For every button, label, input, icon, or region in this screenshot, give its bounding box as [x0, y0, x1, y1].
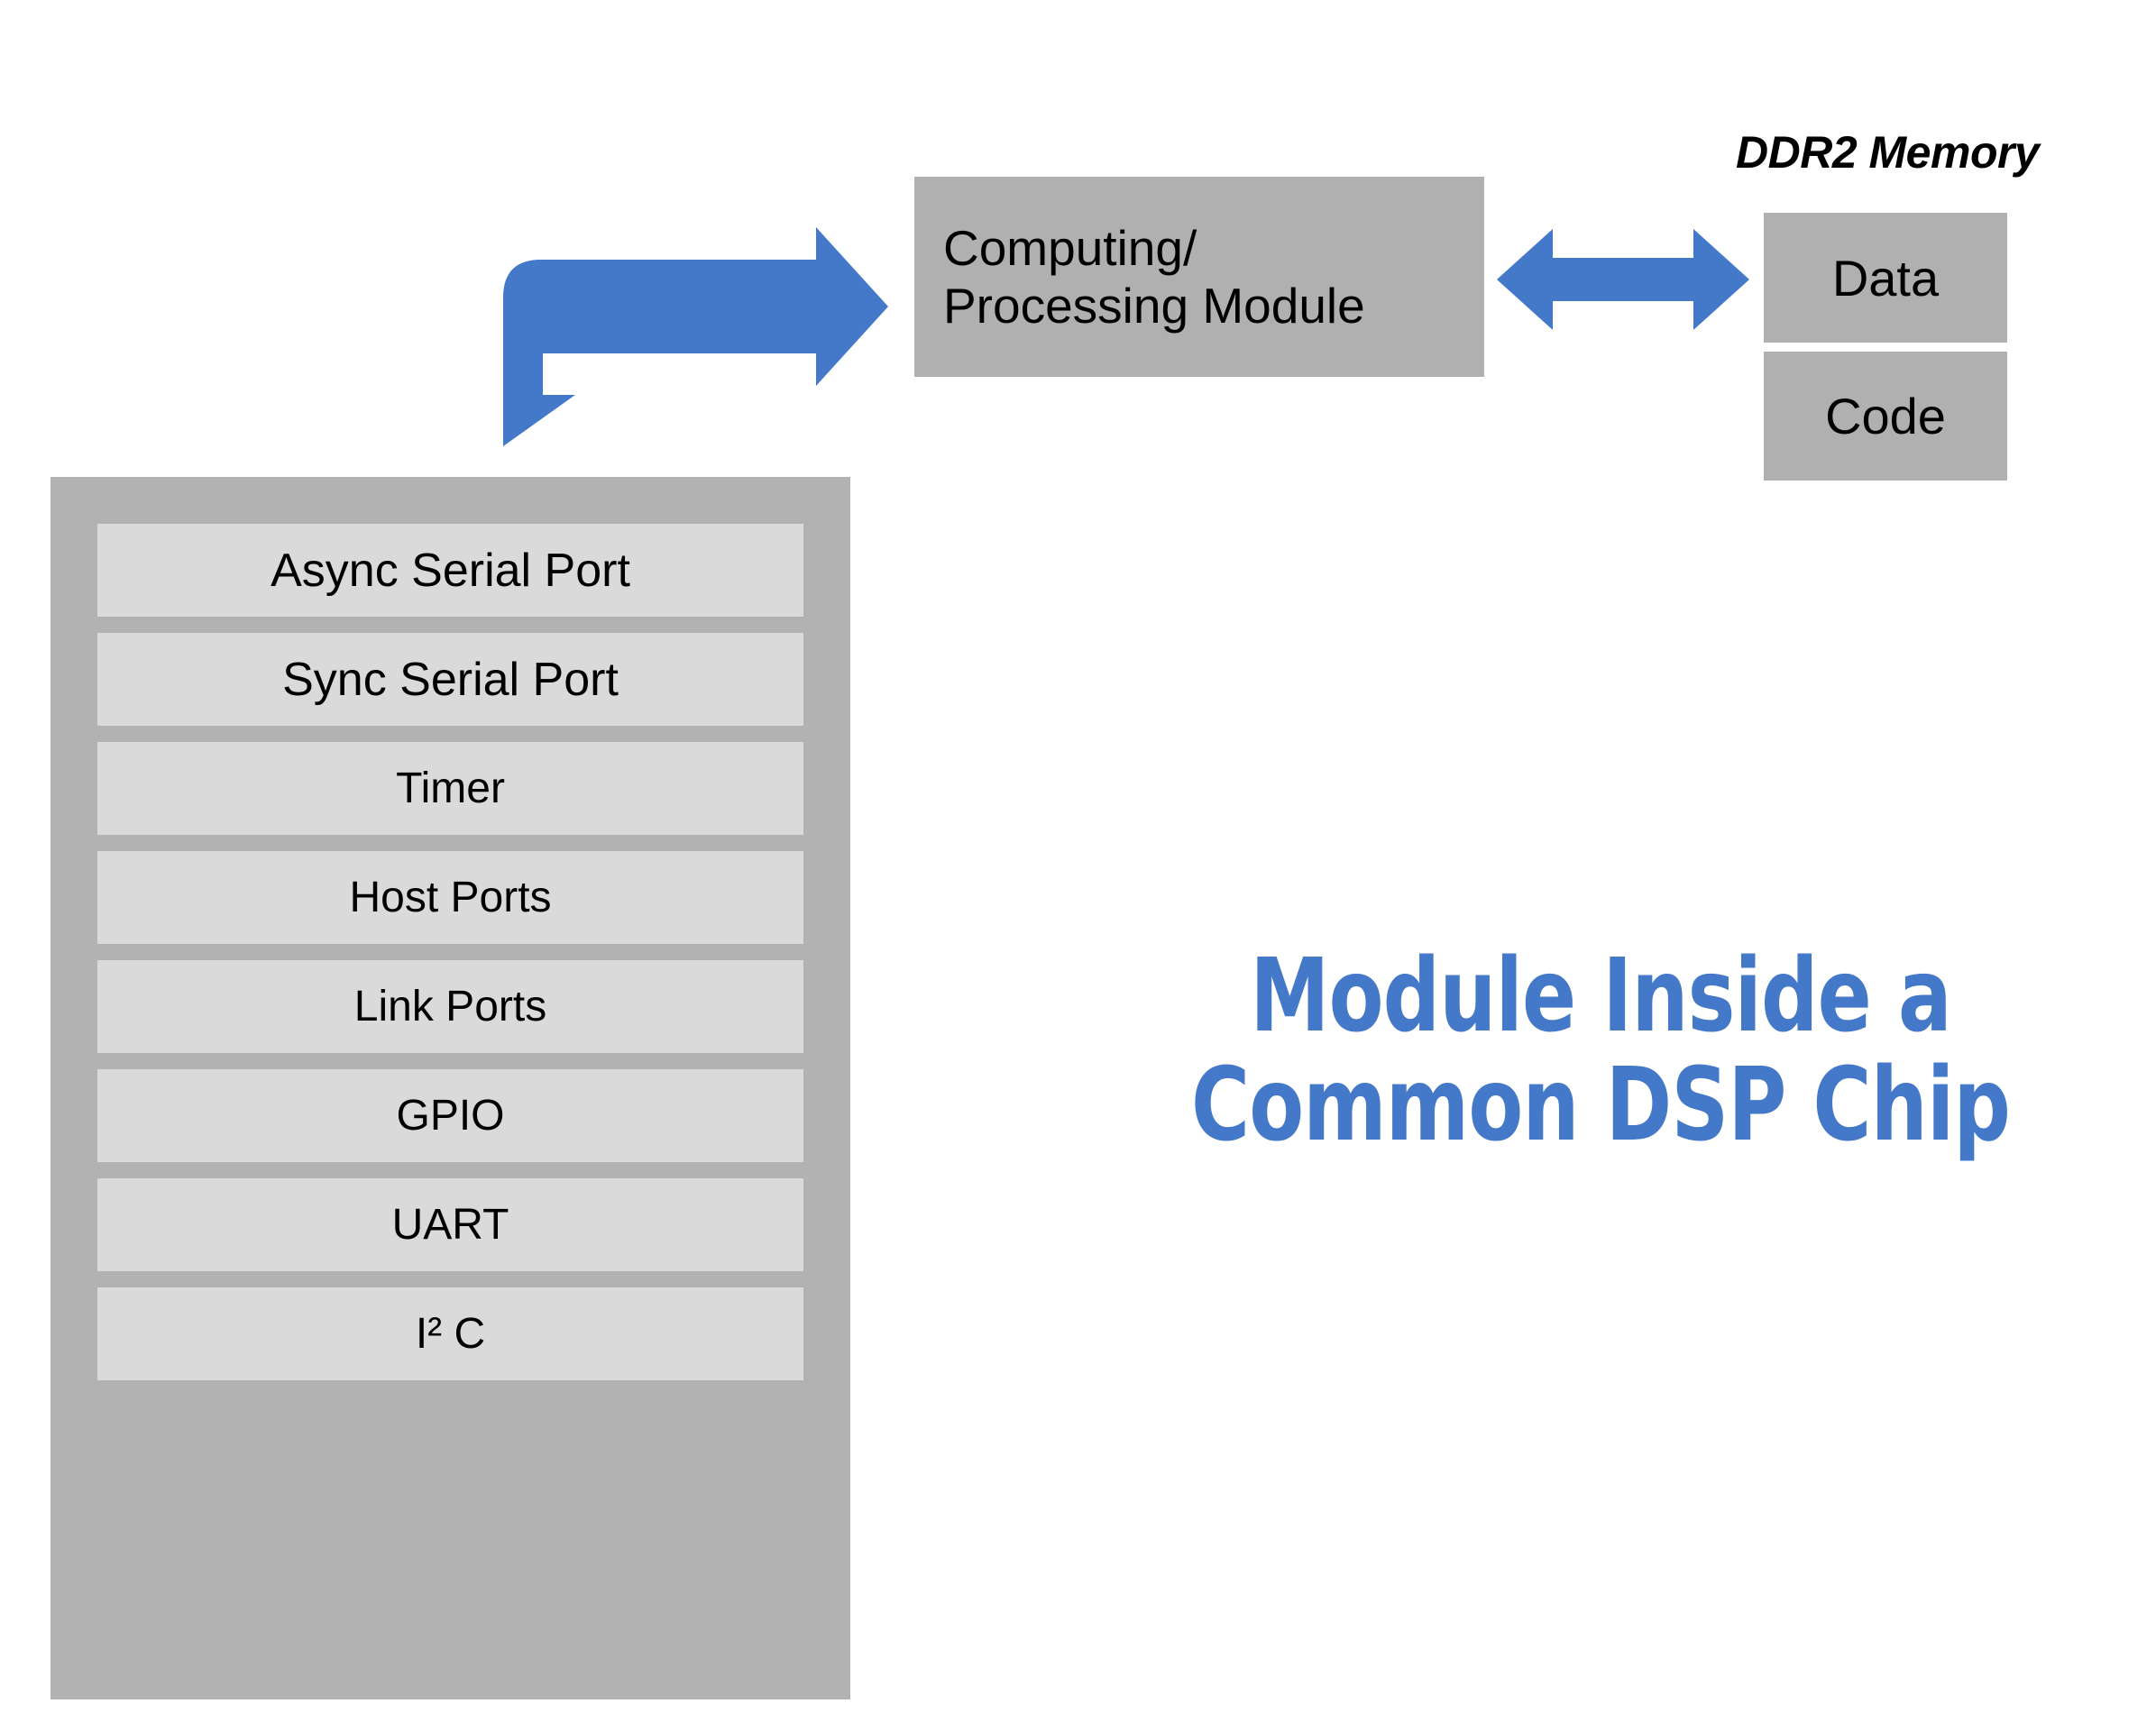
memory-block-data: Data	[1764, 213, 2007, 343]
peripheral-item-label: GPIO	[396, 1092, 505, 1140]
peripheral-item-label: Async Serial Port	[271, 544, 630, 597]
peripheral-item-async-serial-port: Async Serial Port	[97, 524, 803, 617]
peripheral-item-label: I² C	[415, 1310, 486, 1358]
peripheral-item-uart: UART	[97, 1178, 803, 1271]
memory-block-code-label: Code	[1825, 388, 1946, 444]
memory-block-data-label: Data	[1831, 249, 1940, 307]
peripheral-item-label: Host Ports	[349, 874, 552, 921]
peripheral-item-label: Timer	[396, 765, 505, 812]
peripheral-container: Async Serial Port Sync Serial Port Timer…	[50, 477, 850, 1699]
peripheral-item-label: Sync Serial Port	[282, 653, 619, 706]
diagram-title-line-1: Module Inside a	[1250, 938, 1951, 1055]
memory-block-code: Code	[1764, 352, 2007, 481]
module-to-memory-arrow	[1497, 229, 1749, 330]
peripheral-item-label: UART	[391, 1201, 509, 1249]
peripheral-item-sync-serial-port: Sync Serial Port	[97, 633, 803, 726]
module-to-peripherals-arrow	[503, 227, 888, 446]
computing-processing-module-label: Computing/ Processing Module	[943, 219, 1365, 334]
peripheral-item-link-ports: Link Ports	[97, 960, 803, 1053]
diagram-title-line-2: Common DSP Chip	[1191, 1046, 2011, 1164]
diagram-canvas: Computing/ Processing Module DDR2 Memory…	[0, 0, 2156, 1731]
peripheral-item-label: Link Ports	[353, 983, 547, 1030]
ddr2-memory-label: DDR2 Memory	[1736, 127, 2040, 178]
computing-processing-module-box: Computing/ Processing Module	[914, 177, 1484, 377]
diagram-title: Module Inside a Common DSP Chip	[1128, 942, 2072, 1160]
peripheral-item-i2c: I² C	[97, 1287, 803, 1380]
peripheral-item-timer: Timer	[97, 742, 803, 835]
peripheral-item-gpio: GPIO	[97, 1069, 803, 1162]
peripheral-item-host-ports: Host Ports	[97, 851, 803, 944]
